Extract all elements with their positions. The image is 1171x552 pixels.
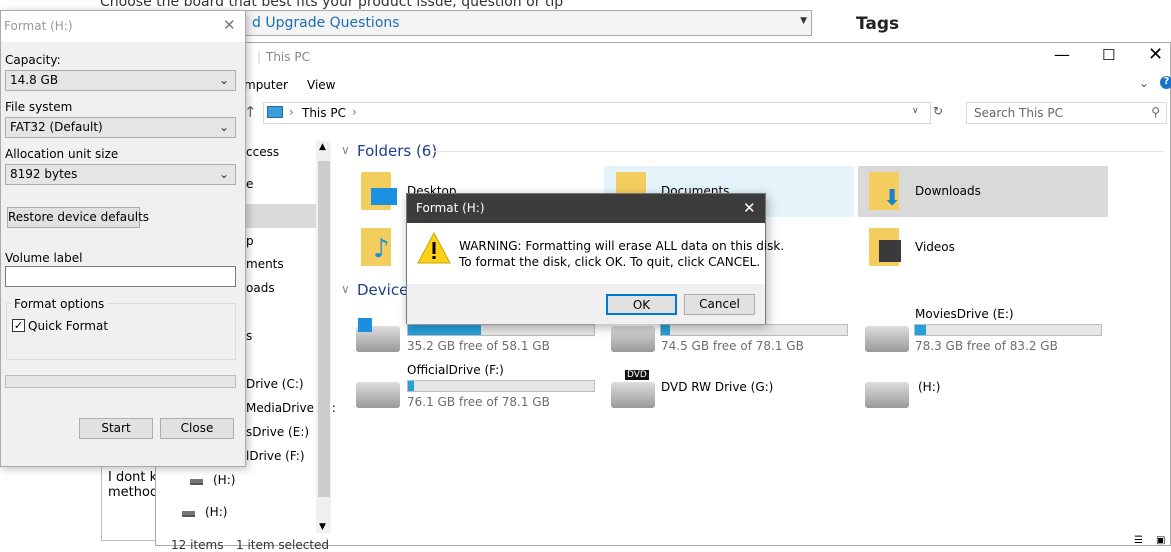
windows-drive-icon [356,318,400,352]
address-this-pc[interactable]: This PC [302,106,346,120]
board-select-value: d Upgrade Questions [252,15,400,31]
start-button[interactable]: Start [79,418,153,439]
drive-free-text: 78.3 GB free of 83.2 GB [915,339,1058,353]
drive-usage-fill [408,381,414,391]
drive-usage-fill [661,325,671,335]
tags-heading: Tags [856,14,900,34]
nav-item[interactable]: p [246,234,254,248]
drive-free-text: 35.2 GB free of 58.1 GB [407,339,550,353]
format-progress-bar [5,375,236,388]
format-options-label: Format options [11,297,108,311]
format-warning-dialog: Format (H:) ✕ WARNING: Formatting will er… [406,193,784,324]
file-system-select[interactable]: FAT32 (Default) ⌄ [5,117,236,138]
drive-icon [182,511,195,517]
chevron-down-icon: ⌄ [218,120,229,134]
format-dialog: Format (H:) ✕ Capacity: 14.8 GB ⌄ File sys… [0,10,246,467]
drive-usage-bar [407,324,595,336]
ok-button[interactable]: OK [606,294,677,315]
restore-defaults-button[interactable]: Restore device defaults [7,207,149,228]
address-bar[interactable]: › This PC › ∨ [263,102,931,124]
drive-icon [865,382,909,408]
close-icon[interactable]: ✕ [743,199,756,217]
drive-label[interactable]: DVD RW Drive (G:) [661,380,773,394]
drive-icon [356,382,400,408]
dvd-drive-icon: DVD [611,370,655,408]
chevron-down-icon: ▼ [800,16,807,26]
allocation-select[interactable]: 8192 bytes ⌄ [5,164,236,185]
drive-label[interactable]: (H:) [918,380,940,394]
drive-usage-bar [407,380,595,392]
drive-label[interactable]: MoviesDrive (E:) [915,307,1014,321]
capacity-label: Capacity: [5,53,61,67]
volume-label: Volume label [5,251,83,265]
warning-line-1: WARNING: Formatting will erase ALL data … [459,239,785,253]
this-pc-icon [267,106,283,118]
help-icon[interactable]: ? [1160,76,1171,89]
drive-usage-fill [408,325,481,335]
warning-dialog-title: Format (H:) [416,201,485,215]
nav-item[interactable]: lDrive (F:) [246,449,305,463]
desktop-folder-icon [361,172,397,210]
drive-usage-bar [914,324,1102,336]
post-body[interactable]: I dont knmethods [101,465,157,541]
warning-icon [417,232,451,264]
folder-downloads[interactable]: Downloads [915,184,981,198]
drive-usage-fill [915,325,927,335]
file-system-label: File system [5,100,73,114]
tab-computer[interactable]: mputer [244,78,288,92]
close-icon[interactable]: ✕ [223,16,236,34]
nav-item[interactable]: (H:) [213,473,235,487]
music-folder-icon: ♪ [361,228,391,266]
drive-icon [865,326,909,352]
allocation-label: Allocation unit size [5,147,119,161]
drive-free-text: 74.5 GB free of 78.1 GB [661,339,804,353]
videos-folder-icon [869,228,901,266]
post-line: I dont kn [108,470,157,485]
close-dialog-button[interactable]: Close [160,418,234,439]
post-line: methods [108,485,156,500]
nav-item[interactable]: Drive (C:) [246,377,304,391]
volume-label-input[interactable] [5,266,236,287]
nav-item[interactable]: (H:) [205,505,227,519]
nav-item[interactable]: e [246,177,253,191]
search-input[interactable]: Search This PC ⚲ [966,102,1167,124]
status-item-count: 12 items [171,538,224,552]
nav-item[interactable]: s [246,329,252,343]
drive-icon [611,326,655,352]
warning-line-2: To format the disk, click OK. To quit, c… [459,255,761,269]
details-view-icon[interactable]: ☰ [1134,535,1143,546]
capacity-select[interactable]: 14.8 GB ⌄ [5,70,236,91]
folder-videos[interactable]: Videos [915,240,955,254]
nav-item[interactable]: ments [246,257,284,271]
search-icon: ⚲ [1151,105,1160,119]
chevron-down-icon: ⌄ [218,73,229,87]
quick-format-checkbox[interactable]: ✓ [12,319,25,332]
quick-format-label[interactable]: Quick Format [28,319,108,333]
nav-scrollbar-thumb[interactable] [318,161,330,497]
folders-header[interactable]: Folders (6) [357,142,437,160]
ribbon-expand-icon[interactable]: ⌄ [1139,76,1149,90]
nav-item[interactable]: sDrive (E:) [246,425,309,439]
nav-item[interactable]: oads [246,281,275,295]
drive-usage-bar [660,324,848,336]
minimize-button[interactable]: — [1054,45,1070,64]
tab-view[interactable]: View [307,78,335,92]
status-selected-count: 1 item selected [236,538,330,552]
nav-item[interactable]: ccess [246,145,279,159]
cancel-button[interactable]: Cancel [684,294,755,315]
format-dialog-title: Format (H:) [4,19,73,33]
search-placeholder: Search This PC [974,106,1063,120]
address-dropdown-icon[interactable]: ∨ [912,106,919,116]
window-title: This PC [266,50,310,64]
close-button[interactable]: ✕ [1148,44,1163,65]
chevron-down-icon: ⌄ [218,167,229,181]
downloads-folder-icon: ⬇ [869,172,901,211]
drive-icon [190,479,203,485]
maximize-button[interactable]: ☐ [1102,46,1115,64]
refresh-icon[interactable]: ↻ [933,104,943,118]
drive-label[interactable]: OfficialDrive (F:) [407,363,504,377]
board-prompt: Choose the board that best fits your pro… [100,0,564,10]
drive-free-text: 76.1 GB free of 78.1 GB [407,395,550,409]
large-icons-view-icon[interactable]: ▣ [1156,535,1165,546]
